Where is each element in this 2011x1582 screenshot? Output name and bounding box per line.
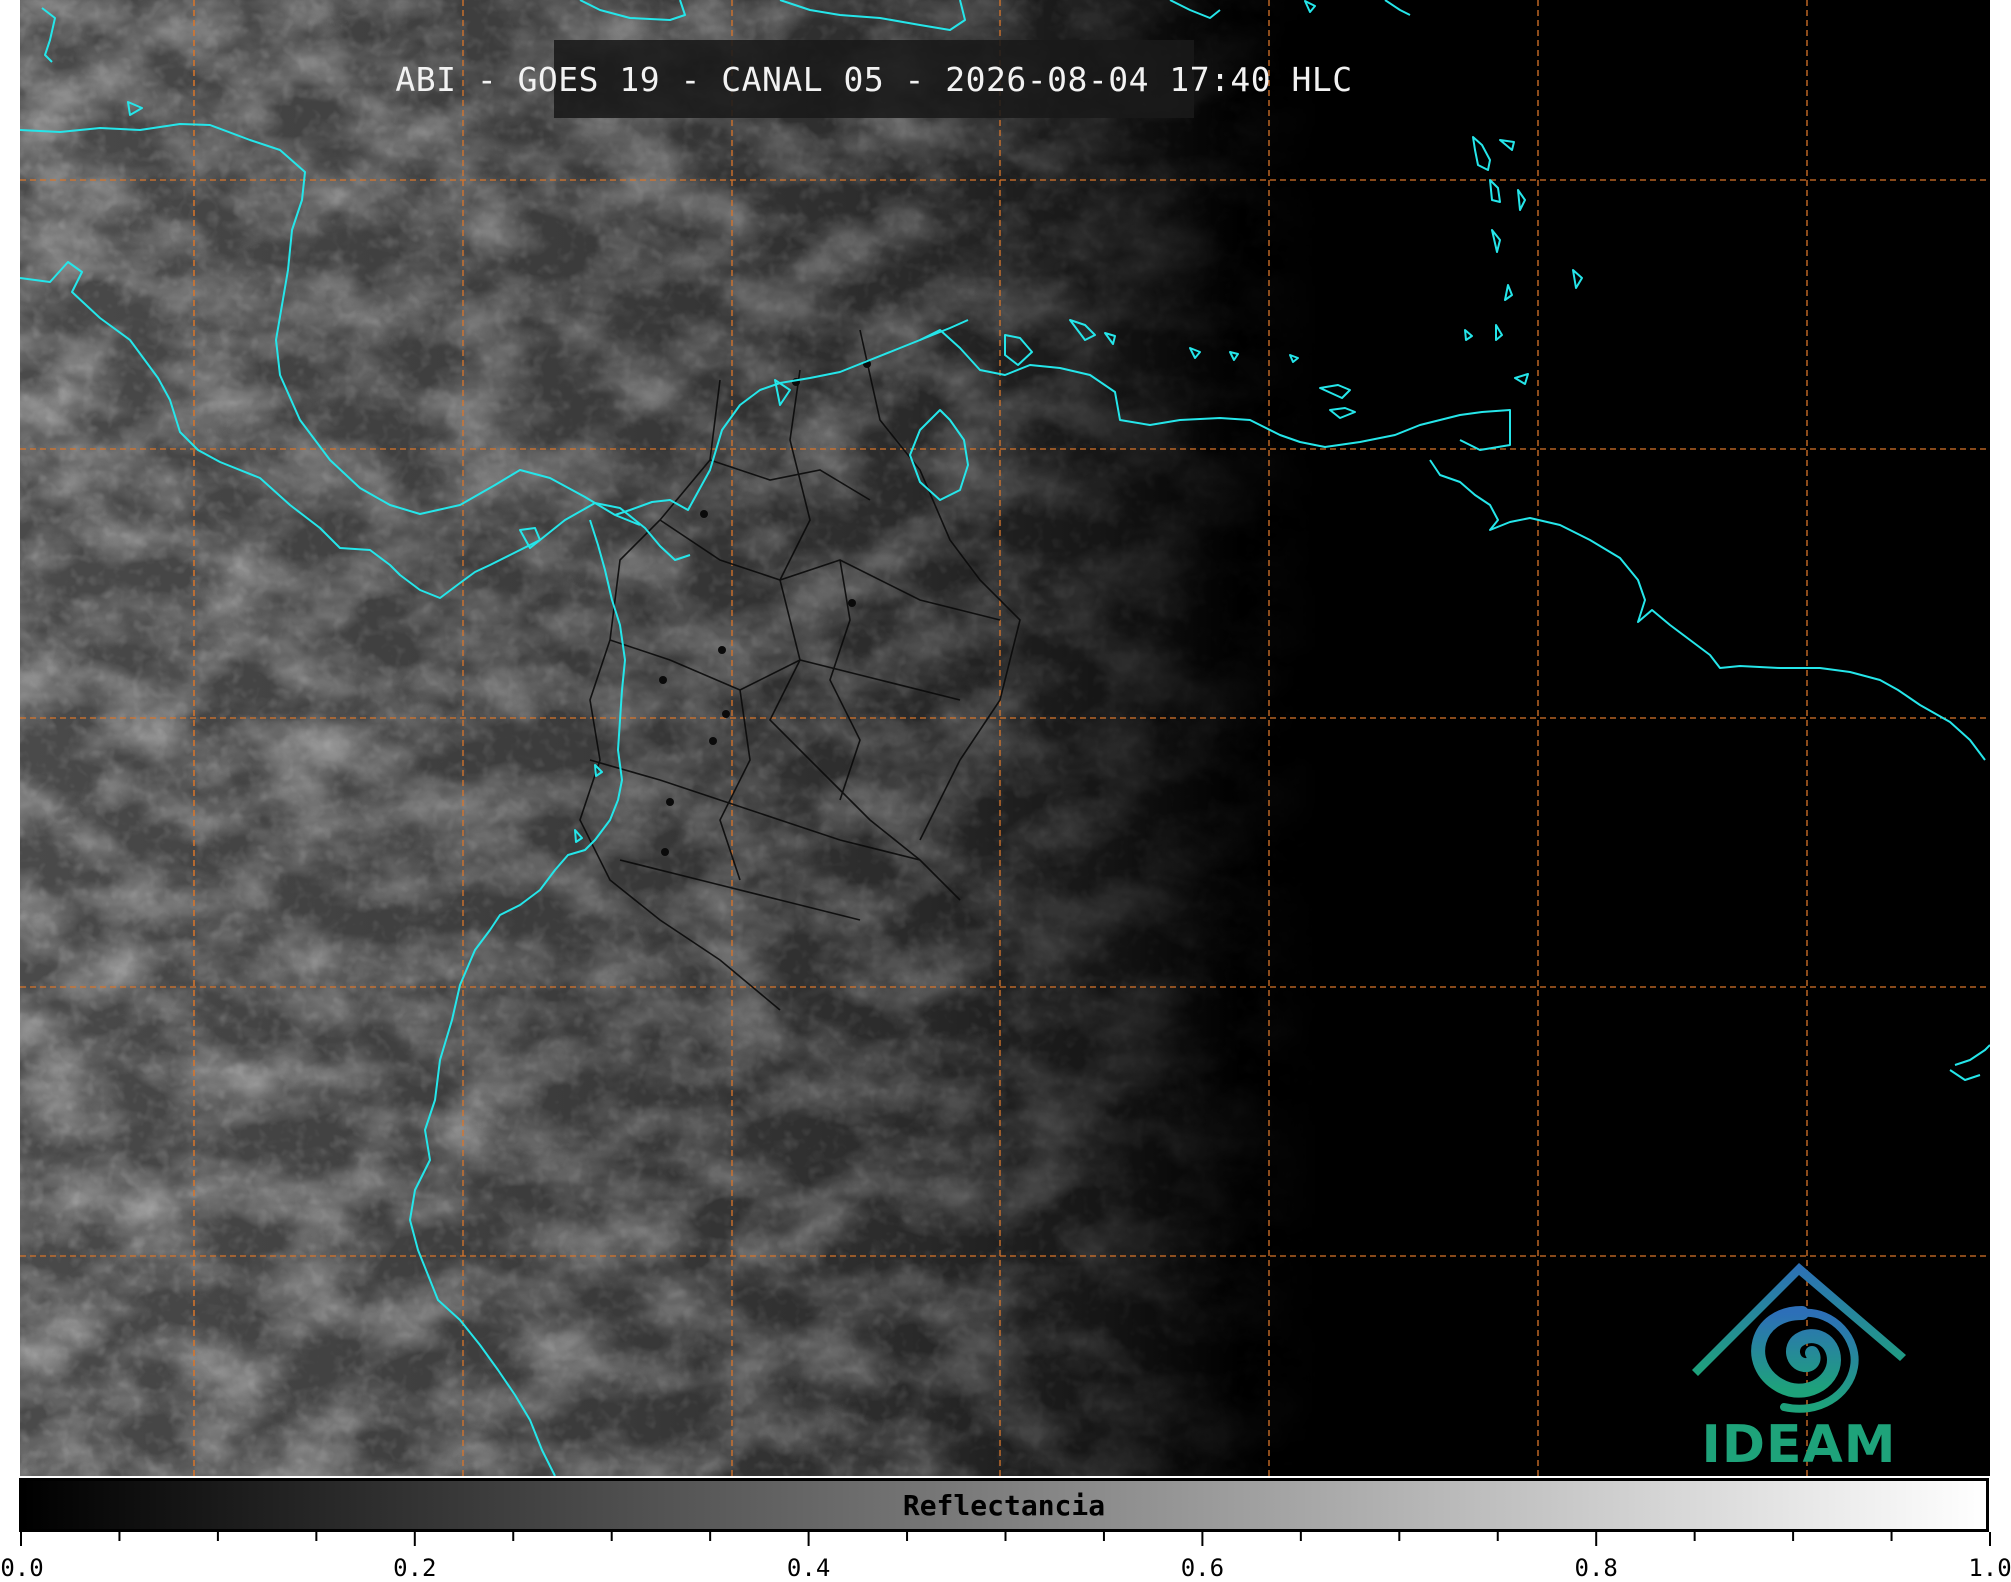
colorbar-tick-label: 1.0 xyxy=(1968,1554,2011,1582)
satellite-map: ABI - GOES 19 - CANAL 05 - 2026-08-04 17… xyxy=(20,0,1990,1476)
logo-text: IDEAM xyxy=(1701,1415,1897,1475)
colorbar-tick-label: 0.6 xyxy=(1180,1554,1225,1582)
title-box: ABI - GOES 19 - CANAL 05 - 2026-08-04 17… xyxy=(395,40,1352,118)
colorbar-tick-label: 0.0 xyxy=(0,1554,44,1582)
ideam-logo: IDEAM xyxy=(1684,1255,1914,1475)
ideam-logo-icon xyxy=(1692,1263,1906,1413)
colorbar-ticks xyxy=(20,1532,1991,1546)
map-title: ABI - GOES 19 - CANAL 05 - 2026-08-04 17… xyxy=(395,59,1353,99)
colorbar-tick-label: 0.2 xyxy=(393,1554,437,1582)
colorbar-label: Reflectancia xyxy=(902,1488,1106,1522)
colorbar-tick-label: 0.8 xyxy=(1574,1554,1618,1582)
colorbar: Reflectancia xyxy=(19,1478,1989,1532)
colorbar-tick-label: 0.4 xyxy=(786,1554,831,1582)
